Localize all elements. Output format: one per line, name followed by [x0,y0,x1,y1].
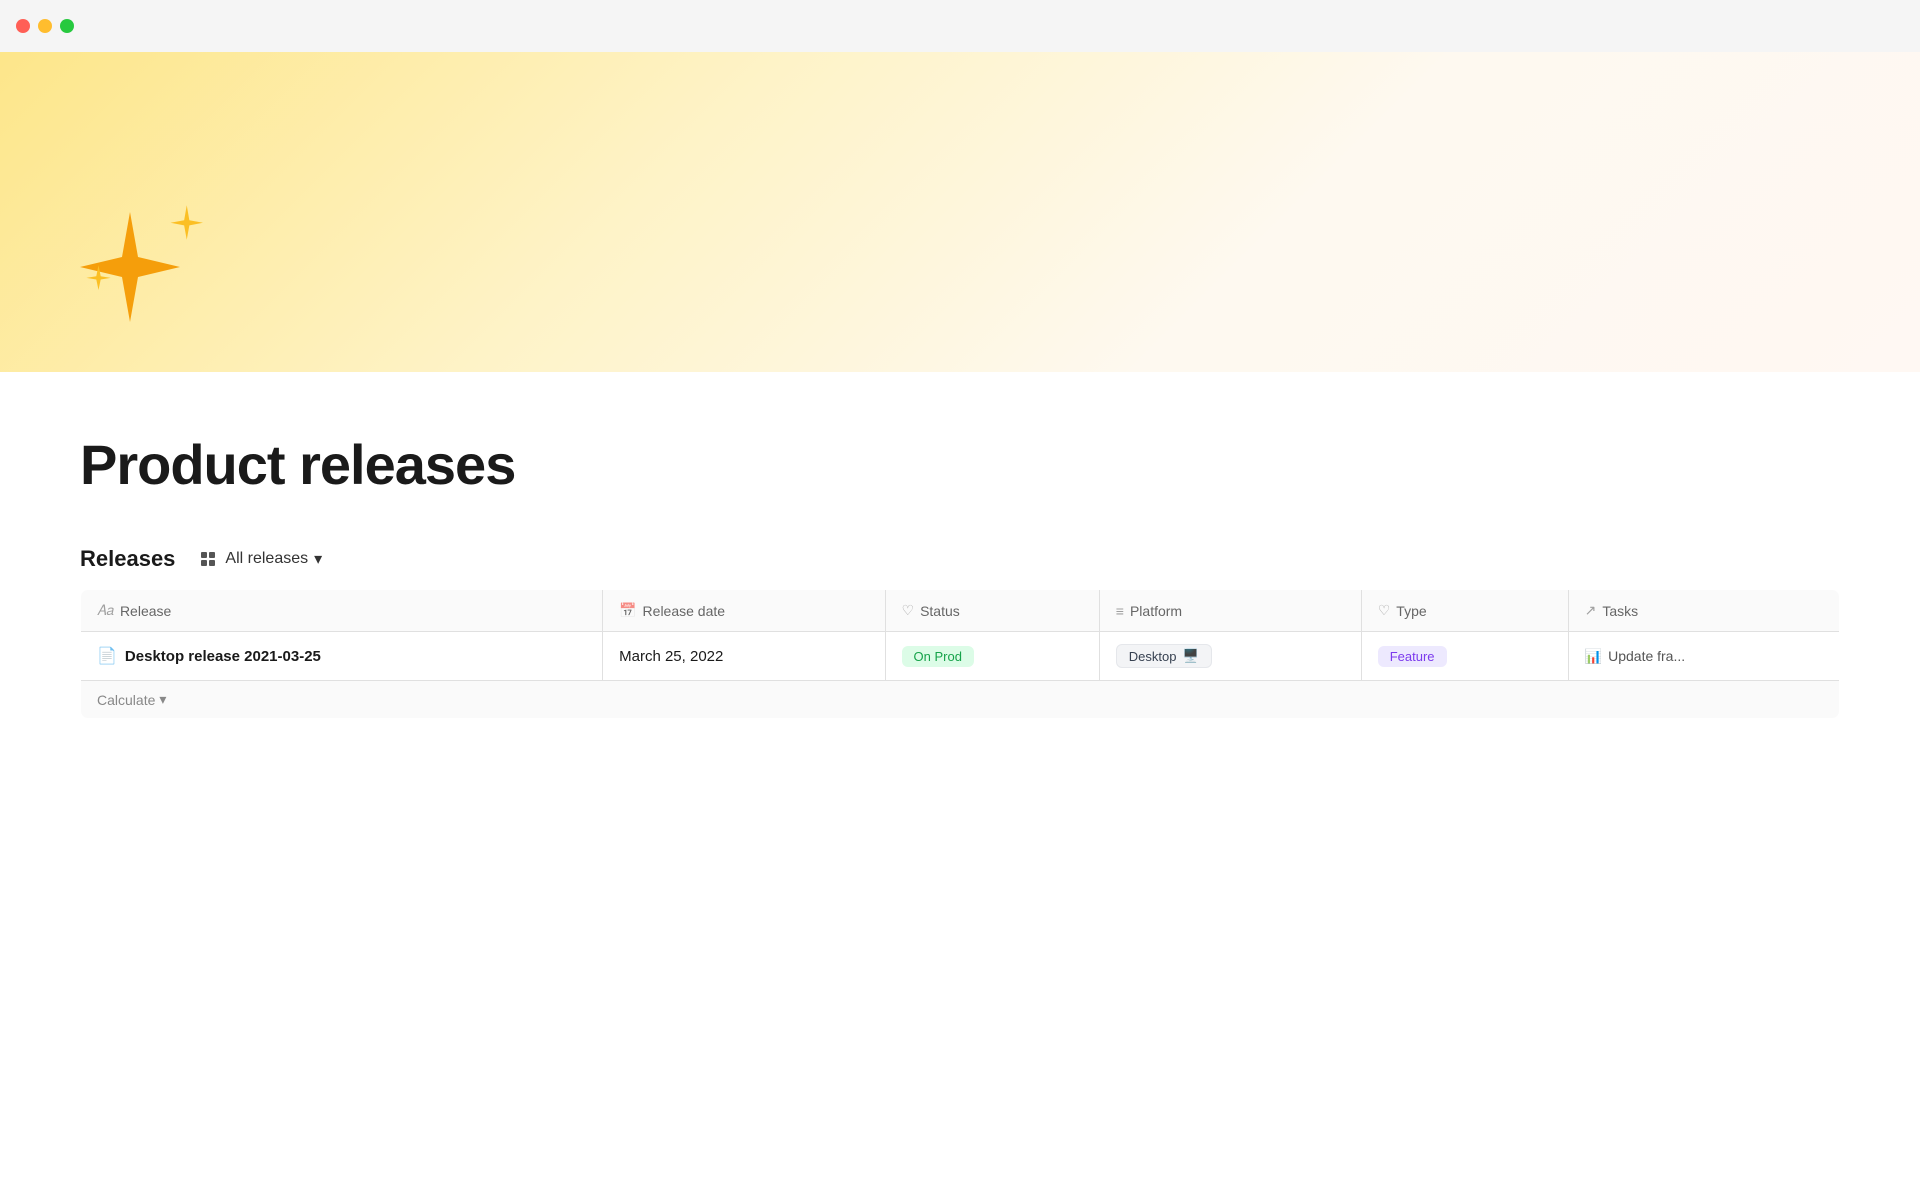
release-date-value: March 25, 2022 [619,648,723,665]
calculate-chevron-icon: ▾ [159,691,166,708]
status-badge: On Prod [902,646,974,667]
table-header-row: 𝐴𝑎 Release 📅 Release date ♡ Sta [81,590,1840,632]
col-header-platform: ≡ Platform [1099,590,1361,632]
all-releases-label: All releases [225,550,308,568]
cell-type: Feature [1361,632,1568,681]
col-header-release-date: 📅 Release date [603,590,885,632]
calculate-button[interactable]: Calculate ▾ [97,691,166,708]
col-label-release: Release [120,603,171,619]
platform-badge: Desktop 🖥️ [1116,644,1212,668]
cell-release-date: March 25, 2022 [603,632,885,681]
sparkles-decoration [60,202,220,352]
type-col-icon: ♡ [1378,602,1391,619]
col-header-tasks: ↗ Tasks [1568,590,1839,632]
cell-status: On Prod [885,632,1099,681]
page-content: Product releases Releases All releases [0,372,1920,759]
release-name-text: Desktop release 2021-03-25 [125,648,321,665]
text-col-icon: 𝐴𝑎 [97,602,114,619]
platform-text: Desktop [1129,649,1177,664]
titlebar [0,0,1920,52]
maximize-button[interactable] [60,19,74,33]
cell-platform: Desktop 🖥️ [1099,632,1361,681]
cell-release: 📄 Desktop release 2021-03-25 [81,632,603,681]
col-header-status: ♡ Status [885,590,1099,632]
doc-icon: 📄 [97,646,117,666]
col-header-type: ♡ Type [1361,590,1568,632]
releases-heading: Releases [80,546,175,572]
col-label-type: Type [1396,603,1426,619]
releases-header: Releases All releases ▾ [80,545,1840,573]
calculate-label: Calculate [97,692,155,708]
calculate-cell: Calculate ▾ [81,681,1840,719]
col-label-status: Status [920,603,960,619]
col-label-release-date: Release date [643,603,726,619]
table-row[interactable]: 📄 Desktop release 2021-03-25 March 25, 2… [81,632,1840,681]
status-col-icon: ♡ [902,602,915,619]
col-header-release: 𝐴𝑎 Release [81,590,603,632]
platform-col-icon: ≡ [1116,603,1124,619]
chevron-down-icon: ▾ [314,549,322,569]
cell-tasks: 📊 Update fra... [1568,632,1839,681]
col-label-tasks: Tasks [1602,603,1638,619]
close-button[interactable] [16,19,30,33]
type-badge: Feature [1378,646,1447,667]
calendar-col-icon: 📅 [619,602,636,619]
tasks-icon: 📊 [1585,648,1602,665]
tasks-col-icon: ↗ [1585,602,1597,619]
page-title: Product releases [80,432,1840,497]
desktop-emoji-icon: 🖥️ [1182,648,1198,664]
releases-table: 𝐴𝑎 Release 📅 Release date ♡ Sta [80,589,1840,719]
minimize-button[interactable] [38,19,52,33]
hero-banner [0,52,1920,372]
releases-section: Releases All releases ▾ [80,545,1840,719]
tasks-value: Update fra... [1608,648,1685,664]
all-releases-button[interactable]: All releases ▾ [191,545,332,573]
grid-view-icon [201,550,219,568]
col-label-platform: Platform [1130,603,1182,619]
calculate-row: Calculate ▾ [81,681,1840,719]
